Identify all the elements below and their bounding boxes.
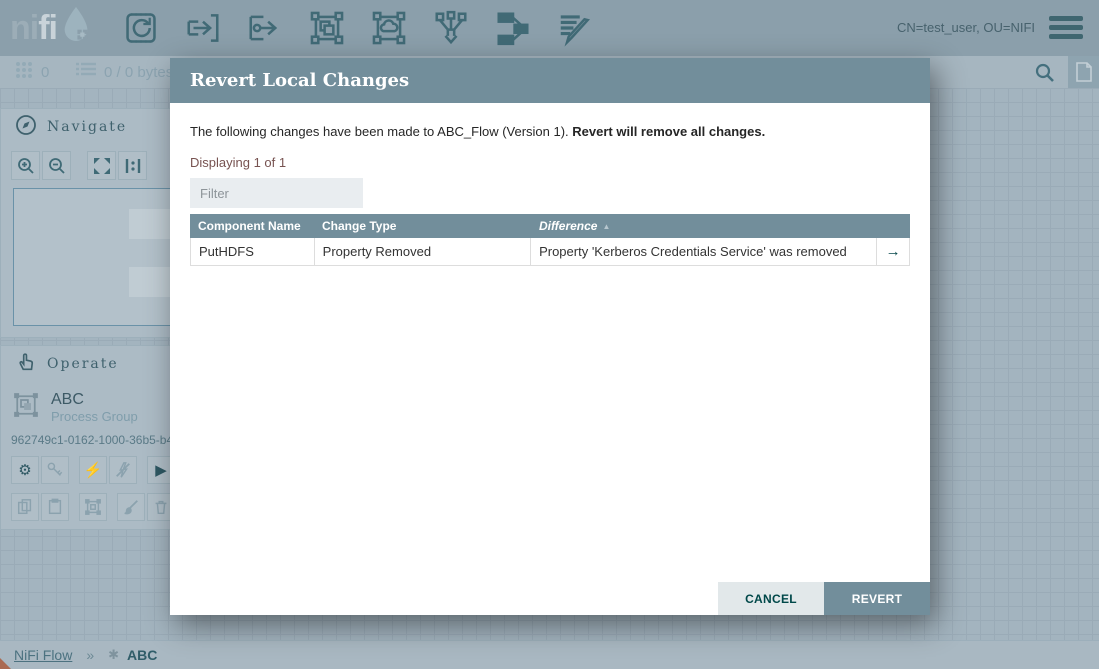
process-group-icon[interactable] [307, 8, 347, 48]
operate-title: Operate [47, 356, 119, 372]
dialog-title: Revert Local Changes [170, 58, 930, 103]
column-component-name[interactable]: Component Name [190, 219, 314, 233]
resize-corner-handle[interactable] [0, 658, 11, 669]
zoom-out-button[interactable] [42, 151, 71, 180]
paste-button[interactable] [41, 493, 69, 521]
queued-size: 0 / 0 bytes [104, 64, 173, 81]
search-icon[interactable] [1033, 61, 1057, 85]
cancel-button[interactable]: CANCEL [718, 582, 824, 615]
dialog-buttons: CANCEL REVERT [718, 582, 930, 615]
access-policies-button[interactable] [41, 456, 69, 484]
hand-pointer-icon [15, 351, 37, 377]
zoom-fit-button[interactable] [87, 151, 116, 180]
disable-button[interactable] [109, 456, 137, 484]
queue-list-icon [75, 60, 97, 84]
filter-input[interactable] [190, 178, 363, 208]
cell-difference: Property 'Kerberos Credentials Service' … [531, 238, 877, 265]
selected-component-type: Process Group [51, 409, 138, 424]
queued-size-stat: 0 / 0 bytes [75, 56, 173, 88]
queued-flowfiles-stat: 0 [14, 56, 49, 88]
column-change-type[interactable]: Change Type [314, 219, 531, 233]
bulletin-board-icon[interactable] [1068, 56, 1099, 88]
input-port-icon[interactable] [183, 8, 223, 48]
output-port-icon[interactable] [245, 8, 285, 48]
global-menu-icon[interactable] [1049, 16, 1083, 43]
revert-local-changes-dialog: Revert Local Changes The following chang… [170, 58, 930, 615]
configure-button[interactable]: ⚙ [11, 456, 39, 484]
logo-text-fi: fi [38, 9, 57, 48]
breadcrumb-separator: » [86, 647, 94, 663]
nifi-logo[interactable]: nifi [10, 4, 93, 53]
changes-table: Component Name Change Type Difference▲ P… [190, 214, 910, 266]
remote-process-group-icon[interactable] [369, 8, 409, 48]
version-state-icon: ✱ [108, 647, 119, 663]
breadcrumb-root-link[interactable]: NiFi Flow [14, 647, 72, 663]
top-toolbar: nifi CN=test_user, OU=NIFI [0, 0, 1099, 56]
component-toolbar [121, 8, 595, 48]
current-user-label: CN=test_user, OU=NIFI [897, 20, 1035, 35]
selected-component-name: ABC [51, 391, 138, 409]
queued-count: 0 [41, 64, 49, 81]
flowfiles-grid-icon [14, 60, 34, 84]
logo-text-ni: ni [10, 9, 38, 48]
color-button[interactable] [117, 493, 145, 521]
displaying-count: Displaying 1 of 1 [190, 155, 286, 170]
column-difference[interactable]: Difference▲ [531, 219, 878, 233]
breadcrumb: NiFi Flow » ✱ ABC [0, 640, 1099, 669]
copy-button[interactable] [11, 493, 39, 521]
enable-button[interactable]: ⚡ [79, 456, 107, 484]
template-icon[interactable] [493, 8, 533, 48]
table-row[interactable]: PutHDFS Property Removed Property 'Kerbe… [190, 238, 910, 266]
dialog-message: The following changes have been made to … [190, 124, 765, 139]
revert-button[interactable]: REVERT [824, 582, 930, 615]
nifi-droplet-icon [57, 4, 93, 53]
dialog-message-bold: Revert will remove all changes. [572, 124, 765, 139]
table-header-row: Component Name Change Type Difference▲ [190, 214, 910, 238]
breadcrumb-current: ABC [127, 647, 157, 663]
processor-icon[interactable] [121, 8, 161, 48]
zoom-in-button[interactable] [11, 151, 40, 180]
funnel-icon[interactable] [431, 8, 471, 48]
process-group-badge-icon [11, 390, 41, 425]
navigate-title: Navigate [47, 119, 127, 135]
compass-icon [15, 114, 37, 140]
go-to-component-icon[interactable]: → [886, 243, 901, 260]
cell-change-type: Property Removed [315, 238, 531, 265]
group-button[interactable] [79, 493, 107, 521]
dialog-message-normal: The following changes have been made to … [190, 124, 572, 139]
sort-ascending-icon: ▲ [602, 222, 610, 231]
label-icon[interactable] [555, 8, 595, 48]
zoom-actual-size-button[interactable] [118, 151, 147, 180]
cell-component-name: PutHDFS [191, 238, 315, 265]
